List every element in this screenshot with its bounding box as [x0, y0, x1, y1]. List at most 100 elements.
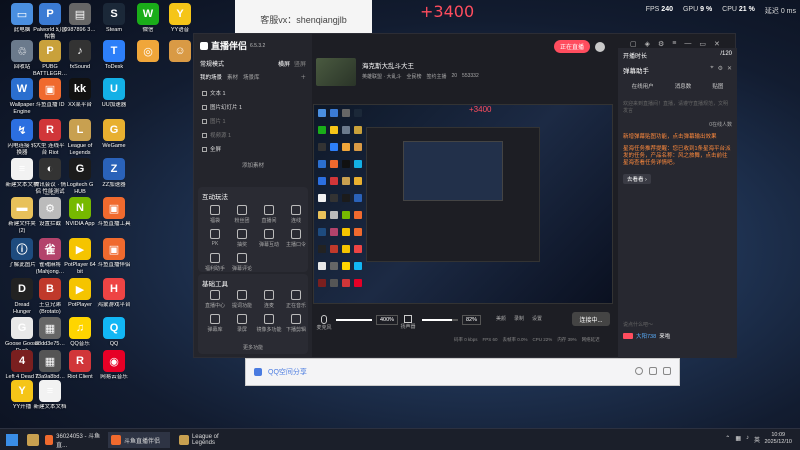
tab-scene-library[interactable]: 场景库 — [243, 73, 260, 81]
start-icon[interactable] — [6, 434, 18, 446]
mic-icon[interactable] — [321, 315, 327, 324]
tool-button[interactable]: 弹幕评论 — [229, 253, 255, 272]
desktop-icon[interactable]: W 微信 — [131, 3, 165, 34]
clock-time[interactable]: 10:09 — [764, 432, 792, 439]
speaker-icon[interactable] — [404, 315, 412, 323]
source-item[interactable]: 图片幻灯片 1 — [200, 100, 306, 114]
chat-username[interactable]: 大阳738 — [636, 332, 656, 340]
desktop-icon[interactable]: ▦ 73a9a8bd… — [33, 350, 67, 381]
tool-button[interactable]: 弹幕库 — [202, 314, 228, 333]
desktop-icon[interactable]: R Riot Client — [63, 350, 97, 381]
record-button[interactable]: 录制 — [514, 315, 524, 322]
tool-button[interactable]: 直播间 — [256, 205, 282, 224]
input-language[interactable]: 英 — [754, 435, 760, 444]
desktop-icon[interactable]: ⚙ 设置拦截 — [33, 197, 67, 228]
go-see-button[interactable]: 去看看 › — [623, 174, 651, 184]
tray-network-icon[interactable]: ▦ — [735, 435, 741, 444]
desktop-icon[interactable]: P PUBG BATTLEGR… — [33, 40, 67, 77]
tool-button[interactable]: 连麦 — [256, 290, 282, 309]
tool-button[interactable]: 弹幕互动 — [256, 229, 282, 248]
source-item[interactable]: 文本 1 — [200, 86, 306, 100]
more-icon[interactable] — [663, 367, 671, 375]
desktop-icon[interactable]: H 鸿蒙游戏平台 — [97, 278, 131, 309]
desktop-icon[interactable]: S Steam — [97, 3, 131, 34]
close-icon[interactable]: ✕ — [714, 40, 720, 48]
desktop-icon[interactable]: 雀雀魂麻将 (Mahjong… — [33, 238, 67, 275]
chat-icon[interactable]: ▢ — [630, 40, 637, 48]
settings-icon[interactable]: ⚙ — [658, 40, 664, 48]
desktop-icon[interactable]: ▶ PotPlayer — [63, 278, 97, 309]
desktop-icon[interactable]: ◎ — [131, 40, 165, 64]
tab-online-users[interactable]: 在线用户 — [632, 82, 654, 90]
pin-icon[interactable]: ⌖ — [710, 65, 713, 75]
speaker-slider[interactable] — [422, 319, 458, 321]
mic-slider[interactable] — [336, 319, 372, 321]
taskbar-item-lol[interactable]: League of Legends — [176, 432, 246, 448]
tray-sound-icon[interactable]: ♪ — [746, 435, 749, 444]
live-status-button[interactable]: 正在直播 — [554, 40, 591, 53]
tool-button[interactable]: 福袋 — [202, 205, 228, 224]
desktop-icon[interactable]: U UU加速器 — [97, 78, 131, 109]
desktop-icon[interactable]: P Palworld 幻兽帕鲁 — [33, 3, 67, 40]
add-source-button[interactable]: 添加素材 — [242, 163, 264, 169]
tab-my-scenes[interactable]: 我的场景 — [200, 73, 222, 81]
tool-button[interactable]: 镜像多功能 — [256, 314, 282, 333]
more-functions-link[interactable]: 更多功能 — [198, 344, 308, 351]
tab-stickers[interactable]: 贴图 — [712, 82, 723, 90]
desktop-icon[interactable]: G WeGame — [97, 119, 131, 150]
desktop-icon[interactable]: Z ZZ加速器 — [97, 158, 131, 189]
stream-title[interactable]: 海克斯大乱斗大王 — [362, 60, 414, 70]
desktop-icon[interactable]: ≡ 新建文本文档 — [33, 380, 67, 411]
taskbar-app-1[interactable] — [27, 434, 39, 446]
taskbar-item-live-companion[interactable]: 斗鱼直播伴侣 — [108, 432, 170, 448]
desktop-icon[interactable]: ☺ — [163, 40, 197, 64]
desktop-icon[interactable]: ♫ QQ音乐 — [63, 317, 97, 348]
tool-button[interactable]: 主播口令 — [283, 229, 309, 248]
tool-button[interactable]: 直播中心 — [202, 290, 228, 309]
gift-icon[interactable]: ◈ — [645, 40, 650, 48]
source-item[interactable]: 全屏 — [200, 142, 306, 156]
bell-icon[interactable] — [649, 367, 657, 375]
tool-button[interactable]: 下播剪辑 — [283, 314, 309, 333]
add-scene-icon[interactable]: ＋ — [300, 73, 306, 81]
stream-thumbnail[interactable] — [316, 58, 356, 86]
tool-button[interactable]: 福利助手 — [202, 253, 228, 272]
chat-input[interactable]: 说点什么吧～ — [623, 321, 731, 328]
desktop-icon[interactable]: G Logitech G HUB — [63, 158, 97, 195]
clock-date[interactable]: 2025/12/10 — [764, 439, 792, 446]
desktop-icon[interactable]: T ToDesk — [97, 40, 131, 71]
chat-close-icon[interactable]: ✕ — [727, 65, 732, 75]
mode-select[interactable]: 常规模式 — [200, 59, 224, 68]
desktop-icon[interactable]: ▣ 斗鱼直播工具 — [97, 197, 131, 228]
mic-volume[interactable]: 400% — [376, 315, 399, 325]
share-link[interactable]: QQ空间分享 — [268, 367, 307, 377]
tray-up-icon[interactable]: ⌃ — [725, 435, 730, 444]
maximize-icon[interactable]: ▭ — [699, 40, 706, 48]
desktop-icon[interactable]: N NVIDIA App — [63, 197, 97, 228]
user-avatar[interactable] — [595, 41, 606, 52]
minimize-icon[interactable]: — — [684, 40, 691, 48]
tool-button[interactable]: 抽奖 — [229, 229, 255, 248]
taskbar-item-douyu-web[interactable]: 36024053 - 斗鱼直... — [42, 432, 104, 449]
desktop-icon[interactable]: ▦ 88dd3e75… — [33, 317, 67, 348]
tool-button[interactable]: PK — [202, 229, 228, 247]
stream-preview[interactable]: +3400 — [313, 104, 613, 304]
settings-button[interactable]: 设置 — [532, 315, 542, 322]
desktop-icon[interactable]: Y YY语音 — [163, 3, 197, 34]
desktop-icon[interactable]: ▣ 斗鱼直播伴侣 — [97, 238, 131, 269]
tool-button[interactable]: 连线 — [283, 205, 309, 224]
tool-button[interactable]: 提词功能 — [229, 290, 255, 309]
speaker-volume[interactable]: 82% — [462, 315, 482, 325]
desktop-icon[interactable]: L League of Legends — [63, 119, 97, 156]
tab-materials[interactable]: 素材 — [227, 73, 238, 81]
tab-landscape[interactable]: 横屏 — [278, 59, 290, 68]
tab-messages[interactable]: 消息数 — [675, 82, 692, 90]
tab-portrait[interactable]: 竖屏 — [294, 59, 306, 68]
desktop-icon[interactable]: ▶ PotPlayer 64 bit — [63, 238, 97, 275]
chat-settings-icon[interactable]: ⚙ — [718, 65, 723, 75]
source-item[interactable]: 图片 1 — [200, 114, 306, 128]
tool-button[interactable]: 正在音乐 — [283, 290, 309, 309]
tool-button[interactable]: 粉丝团 — [229, 205, 255, 224]
connect-button[interactable]: 连接中... — [572, 312, 610, 326]
desktop-icon[interactable]: kk XX某平台 — [63, 78, 97, 109]
